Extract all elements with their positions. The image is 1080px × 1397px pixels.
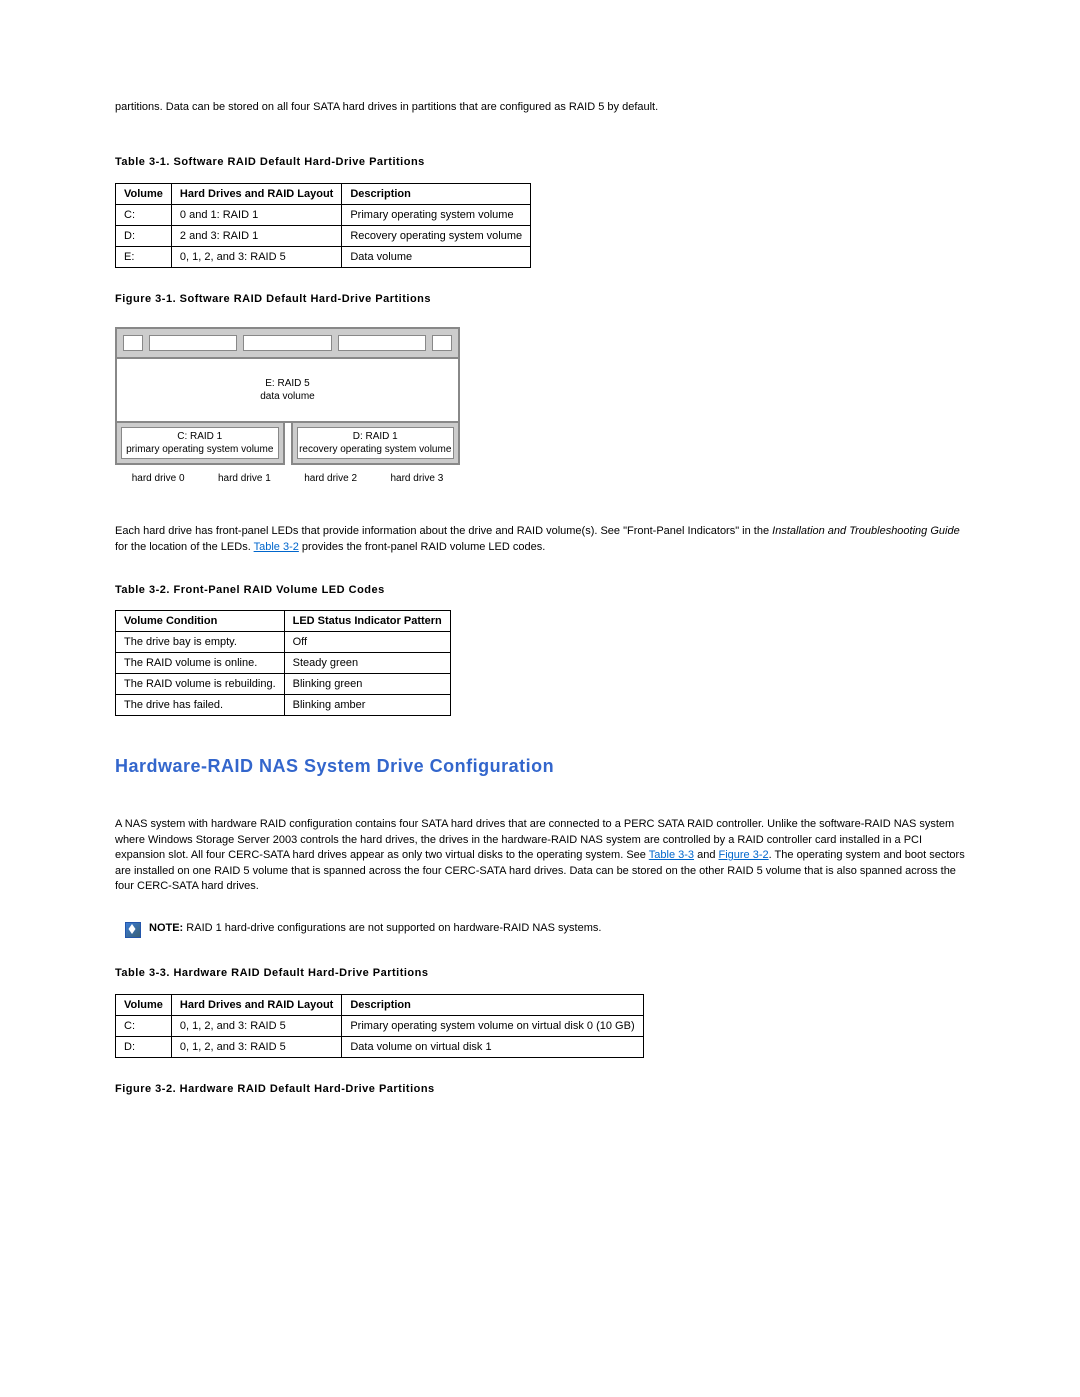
- table-row: The drive bay is empty. Off: [116, 632, 451, 653]
- note-icon: [125, 922, 141, 938]
- note-text: RAID 1 hard-drive configurations are not…: [183, 922, 601, 934]
- table-row: The drive has failed. Blinking amber: [116, 695, 451, 716]
- section-heading-hardware-raid: Hardware-RAID NAS System Drive Configura…: [115, 756, 965, 777]
- table-row: E: 0, 1, 2, and 3: RAID 5 Data volume: [116, 246, 531, 267]
- table-row: D: 2 and 3: RAID 1 Recovery operating sy…: [116, 225, 531, 246]
- intro-paragraph: partitions. Data can be stored on all fo…: [115, 100, 965, 115]
- diagram-e-label2: data volume: [260, 391, 314, 402]
- table-header: Volume: [116, 183, 172, 204]
- note-label: NOTE:: [149, 922, 183, 934]
- table-header: Description: [342, 994, 643, 1015]
- drive-label: hard drive 0: [115, 473, 201, 484]
- table-header: Hard Drives and RAID Layout: [171, 183, 341, 204]
- table-header: LED Status Indicator Pattern: [284, 611, 450, 632]
- table-3-3-caption: Table 3-3. Hardware RAID Default Hard-Dr…: [115, 966, 965, 981]
- table-row: D: 0, 1, 2, and 3: RAID 5 Data volume on…: [116, 1036, 644, 1057]
- table-header: Volume: [116, 994, 172, 1015]
- link-figure-3-2[interactable]: Figure 3-2: [719, 849, 769, 861]
- table-3-2: Volume Condition LED Status Indicator Pa…: [115, 610, 451, 716]
- table-header: Volume Condition: [116, 611, 285, 632]
- diagram-d-label2: recovery operating system volume: [299, 444, 451, 455]
- diagram-d-label1: D: RAID 1: [353, 431, 398, 442]
- table-3-2-caption: Table 3-2. Front-Panel RAID Volume LED C…: [115, 583, 965, 598]
- link-table-3-2[interactable]: Table 3-2: [254, 541, 299, 553]
- table-3-1: Volume Hard Drives and RAID Layout Descr…: [115, 183, 531, 268]
- link-table-3-3[interactable]: Table 3-3: [649, 849, 694, 861]
- led-paragraph: Each hard drive has front-panel LEDs tha…: [115, 524, 965, 555]
- diagram-c-label2: primary operating system volume: [126, 444, 273, 455]
- diagram-c-label1: C: RAID 1: [177, 431, 222, 442]
- table-3-1-caption: Table 3-1. Software RAID Default Hard-Dr…: [115, 155, 965, 170]
- hardware-raid-paragraph: A NAS system with hardware RAID configur…: [115, 817, 965, 894]
- drive-label: hard drive 3: [374, 473, 460, 484]
- table-3-3: Volume Hard Drives and RAID Layout Descr…: [115, 994, 644, 1058]
- figure-3-1-caption: Figure 3-1. Software RAID Default Hard-D…: [115, 292, 965, 307]
- note-block: NOTE: RAID 1 hard-drive configurations a…: [125, 922, 965, 938]
- table-row: C: 0 and 1: RAID 1 Primary operating sys…: [116, 204, 531, 225]
- diagram-e-label1: E: RAID 5: [265, 378, 309, 389]
- table-row: The RAID volume is online. Steady green: [116, 653, 451, 674]
- table-header: Hard Drives and RAID Layout: [171, 994, 341, 1015]
- table-row: The RAID volume is rebuilding. Blinking …: [116, 674, 451, 695]
- drive-label: hard drive 2: [288, 473, 374, 484]
- table-row: C: 0, 1, 2, and 3: RAID 5 Primary operat…: [116, 1015, 644, 1036]
- table-header: Description: [342, 183, 531, 204]
- figure-3-1-diagram: E: RAID 5 data volume C: RAID 1 primary …: [115, 327, 460, 484]
- figure-3-2-caption: Figure 3-2. Hardware RAID Default Hard-D…: [115, 1082, 965, 1097]
- drive-label: hard drive 1: [201, 473, 287, 484]
